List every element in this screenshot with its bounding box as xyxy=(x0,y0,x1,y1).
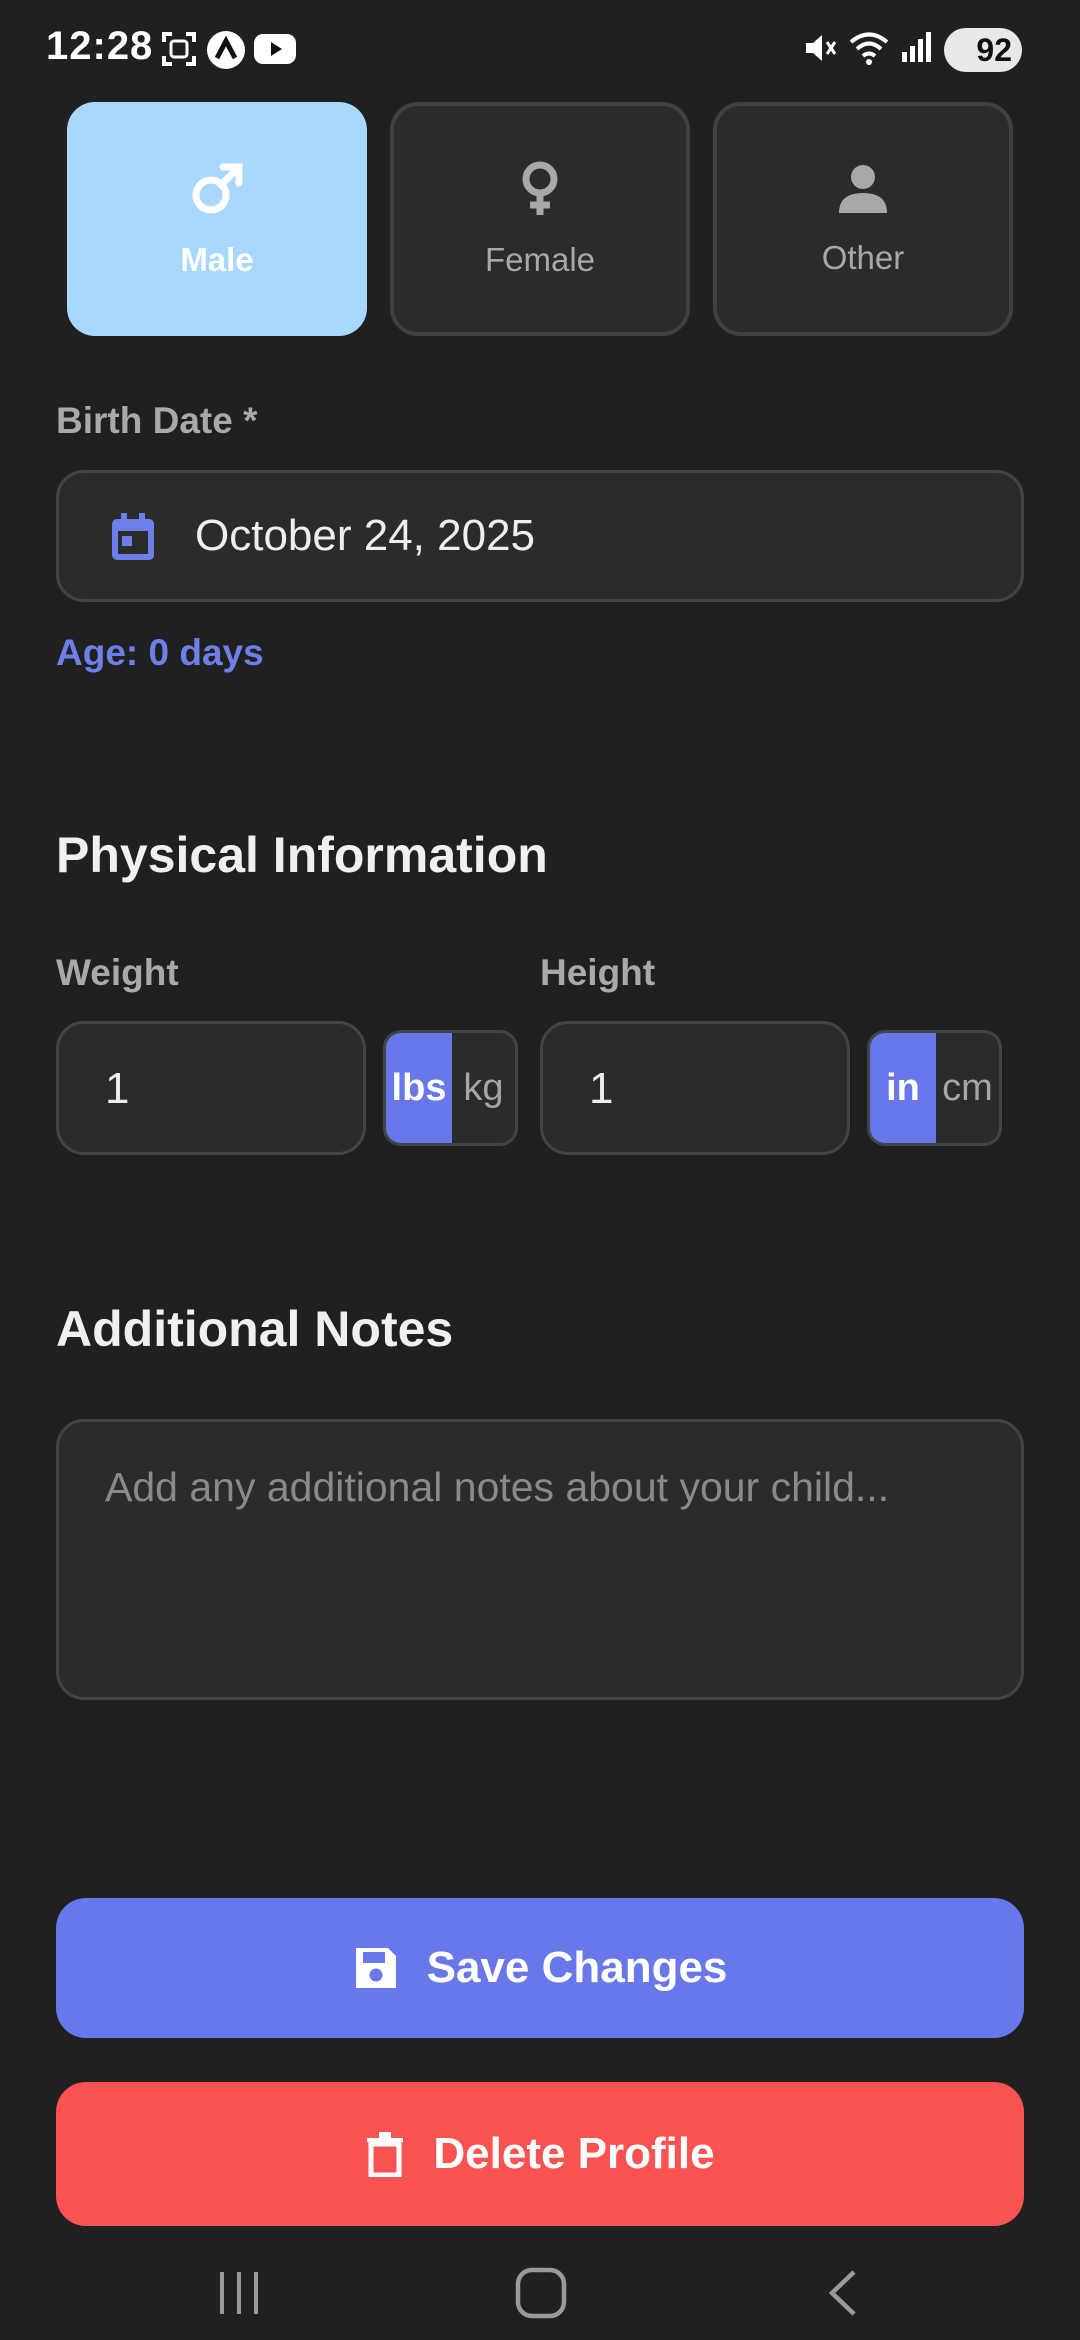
notes-textarea[interactable]: Add any additional notes about your chil… xyxy=(56,1419,1024,1700)
birth-date-label: Birth Date * xyxy=(56,400,258,441)
notes-placeholder: Add any additional notes about your chil… xyxy=(105,1464,890,1510)
unit-option-lbs[interactable]: lbs xyxy=(386,1033,452,1143)
gender-option-female[interactable]: Female xyxy=(390,102,690,336)
back-icon[interactable] xyxy=(822,2268,862,2318)
unit-option-kg[interactable]: kg xyxy=(452,1033,515,1143)
birth-date-value: October 24, 2025 xyxy=(195,511,536,560)
calendar-icon xyxy=(112,513,154,560)
weight-label: Weight xyxy=(56,952,179,993)
battery-level: 92 xyxy=(976,31,1012,68)
screenshot-icon xyxy=(162,32,196,66)
trash-icon xyxy=(367,2132,404,2177)
battery-icon: 92 xyxy=(944,28,1022,72)
gender-label-male: Male xyxy=(180,241,254,278)
home-icon[interactable] xyxy=(514,2266,568,2320)
physical-info-title: Physical Information xyxy=(56,827,548,883)
mute-icon xyxy=(806,35,837,61)
gender-option-other[interactable]: Other xyxy=(713,102,1013,336)
height-input[interactable]: 1 xyxy=(540,1021,850,1155)
recent-apps-icon[interactable] xyxy=(214,2268,264,2318)
save-button[interactable]: Save Changes xyxy=(56,1898,1024,2038)
gender-option-male[interactable]: Male xyxy=(67,102,367,336)
birth-date-field[interactable]: October 24, 2025 xyxy=(56,470,1024,602)
save-button-label: Save Changes xyxy=(426,1943,728,1992)
height-value: 1 xyxy=(589,1064,614,1113)
weight-unit-toggle[interactable]: lbs kg xyxy=(383,1030,518,1146)
save-icon xyxy=(355,1948,396,1988)
weight-input[interactable]: 1 xyxy=(56,1021,366,1155)
notes-title: Additional Notes xyxy=(56,1301,454,1357)
height-label: Height xyxy=(540,952,656,993)
navigation-bar xyxy=(0,2240,1080,2340)
female-icon xyxy=(522,161,558,215)
male-icon xyxy=(192,163,243,214)
app-a-icon xyxy=(207,31,245,69)
youtube-icon xyxy=(254,34,296,64)
age-text: Age: 0 days xyxy=(56,632,264,673)
person-icon xyxy=(839,165,887,213)
height-unit-toggle[interactable]: in cm xyxy=(867,1030,1002,1146)
weight-value: 1 xyxy=(105,1064,130,1113)
gender-label-female: Female xyxy=(484,241,596,278)
signal-icon xyxy=(902,32,931,62)
status-bar: 12:28 92 xyxy=(0,0,1080,100)
unit-option-in[interactable]: in xyxy=(870,1033,936,1143)
delete-button-label: Delete Profile xyxy=(433,2129,715,2178)
wifi-icon xyxy=(849,32,889,65)
status-time: 12:28 xyxy=(46,24,154,68)
gender-label-other: Other xyxy=(821,239,905,276)
delete-button[interactable]: Delete Profile xyxy=(56,2082,1024,2226)
unit-option-cm[interactable]: cm xyxy=(936,1033,999,1143)
